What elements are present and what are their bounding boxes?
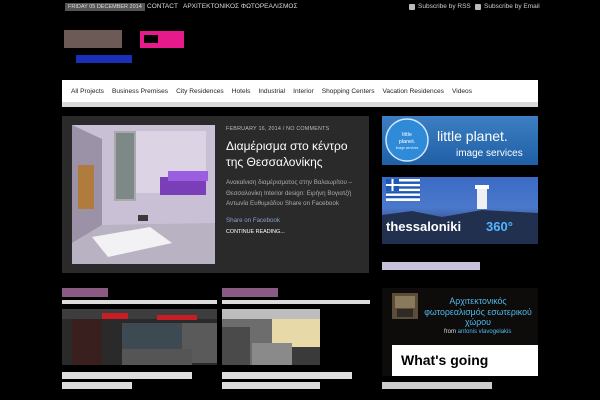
section-label-left: [62, 288, 108, 297]
badge-line-2: planet.: [399, 139, 416, 145]
little-planet-subtitle: image services: [456, 148, 523, 159]
post-caption-left-1[interactable]: [62, 372, 192, 379]
nav-all-projects[interactable]: All Projects: [62, 88, 108, 95]
thessaloniki-title: thessaloniki: [386, 219, 461, 234]
render-thumbnail-left: [62, 309, 217, 365]
interior-render-image: [72, 125, 215, 264]
site-tagline-block: [76, 55, 132, 63]
post-title[interactable]: Διαμέρισμα στο κέντρο της Θεσσαλονίκης: [226, 138, 364, 170]
post-caption-right-1[interactable]: [222, 372, 352, 379]
site-logo-block[interactable]: [64, 30, 122, 48]
nav-vacation-residences[interactable]: Vacation Residences: [379, 88, 448, 95]
nav-videos[interactable]: Videos: [448, 88, 476, 95]
post-meta: FEBRUARY 16, 2014 / NO COMMENTS: [226, 126, 330, 132]
featured-image[interactable]: [72, 125, 215, 264]
render-thumbnail-right: [222, 309, 320, 365]
promo-title: Αρχιτεκτονικός φωτορεαλισμός εσωτερικού …: [424, 296, 532, 327]
promo-byline: from antonis vlavogelakis: [444, 329, 511, 335]
thessaloniki-360-suffix: 360°: [486, 219, 513, 234]
badge-line-1: little: [402, 132, 412, 138]
email-icon: [475, 4, 481, 10]
nav-city-residences[interactable]: City Residences: [172, 88, 228, 95]
sidebar-caption-bar[interactable]: [382, 382, 492, 389]
subscribe-email-label: Subscribe by Email: [484, 3, 540, 10]
promo-byline-prefix: from: [444, 329, 456, 335]
share-facebook-link[interactable]: Share on Facebook: [226, 217, 280, 224]
rss-icon: [409, 4, 415, 10]
little-planet-title: little planet.: [437, 128, 508, 144]
contact-link[interactable]: CONTACT: [147, 0, 178, 14]
section-divider-right: [222, 300, 370, 304]
thessaloniki-graphic: thessaloniki 360°: [382, 179, 538, 244]
promo-headline: What's going: [401, 352, 489, 368]
nav-shopping-centers[interactable]: Shopping Centers: [318, 88, 379, 95]
photorealism-link[interactable]: ΑΡΧΙΤΕΚΤΟΝΙΚΟΣ ΦΩΤΟΡΕΑΛΙΣΜΟΣ: [183, 0, 298, 14]
nav-hotels[interactable]: Hotels: [228, 88, 255, 95]
little-planet-graphic: little planet. image services little pla…: [385, 118, 523, 162]
nav-industrial[interactable]: Industrial: [254, 88, 289, 95]
post-date: FEBRUARY 16, 2014: [226, 126, 282, 132]
nav-business-premises[interactable]: Business Premises: [108, 88, 172, 95]
nav-interior[interactable]: Interior: [289, 88, 318, 95]
site-logo-accent-cutout: [144, 35, 158, 43]
badge-line-3: image services: [396, 146, 419, 150]
subscribe-email-link[interactable]: Subscribe by Email: [475, 0, 540, 14]
promo-author: antonis vlavogelakis: [457, 329, 512, 335]
section-label-right: [222, 288, 278, 297]
post-caption-right-2[interactable]: [222, 382, 320, 389]
thessaloniki-360-banner[interactable]: thessaloniki 360°: [382, 177, 538, 244]
promo-thumbnail-image: [392, 293, 418, 319]
top-bar: FRIDAY 05 DECEMBER 2014 CONTACT ΑΡΧΙΤΕΚΤ…: [0, 0, 600, 14]
post-comments[interactable]: NO COMMENTS: [286, 126, 329, 132]
date-badge: FRIDAY 05 DECEMBER 2014: [65, 3, 145, 11]
sidebar-widget-title-bar: [382, 262, 480, 270]
subscribe-rss-label: Subscribe by RSS: [418, 3, 471, 10]
main-nav: All Projects Business Premises City Resi…: [62, 80, 538, 107]
post-thumbnail-left[interactable]: [62, 309, 217, 365]
photorealism-promo[interactable]: Αρχιτεκτονικός φωτορεαλισμός εσωτερικού …: [382, 288, 538, 376]
greek-flag-icon: [386, 179, 420, 201]
little-planet-banner[interactable]: little planet. image services little pla…: [382, 116, 538, 165]
section-divider-left: [62, 300, 217, 304]
featured-post: FEBRUARY 16, 2014 / NO COMMENTS Διαμέρισ…: [62, 116, 369, 273]
post-caption-left-2[interactable]: [62, 382, 132, 389]
post-excerpt: Ανακαίνιση διαμέρισματος στην Βαλαωρίτου…: [226, 179, 353, 207]
post-thumbnail-right[interactable]: [222, 309, 320, 365]
continue-reading-link[interactable]: CONTINUE READING...: [226, 229, 285, 235]
subscribe-rss-link[interactable]: Subscribe by RSS: [409, 0, 471, 14]
